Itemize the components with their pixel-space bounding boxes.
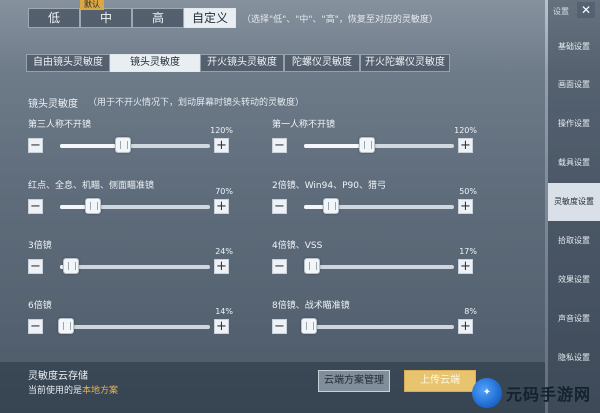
preset-low-button[interactable]: 低	[28, 8, 80, 28]
preset-custom-button[interactable]: 自定义	[184, 8, 236, 28]
slider-label: 6倍镜	[28, 301, 52, 311]
slider-value: 8%	[464, 307, 477, 316]
preset-selector: 低 中 高 自定义	[28, 8, 236, 28]
cloud-plan-manage-button[interactable]: 云端方案管理	[318, 370, 390, 392]
increase-button[interactable]: +	[214, 319, 229, 334]
slider-track[interactable]	[60, 325, 210, 329]
increase-button[interactable]: +	[458, 259, 473, 274]
watermark-logo-icon: ✦	[472, 377, 502, 408]
slider-thumb[interactable]	[85, 198, 101, 214]
decrease-button[interactable]: −	[272, 199, 287, 214]
upload-cloud-button[interactable]: 上传云端	[404, 370, 476, 392]
slider-label: 2倍镜、Win94、P90、猎弓	[272, 181, 386, 191]
slider-fill	[60, 144, 123, 148]
side-item-graphics[interactable]: 画面设置	[548, 66, 600, 104]
preset-medium-button[interactable]: 中	[80, 8, 132, 28]
slider-value: 14%	[215, 307, 233, 316]
slider-label: 第一人称不开镜	[272, 120, 336, 130]
current-plan-name: 本地方案	[82, 386, 119, 396]
decrease-button[interactable]: −	[28, 138, 43, 153]
slider-fill	[304, 144, 367, 148]
side-item-basic[interactable]: 基础设置	[548, 28, 600, 66]
slider-track[interactable]	[60, 265, 210, 269]
side-item-controls[interactable]: 操作设置	[548, 105, 600, 143]
section-hint: （用于不开火情况下，划动屏幕时镜头转动的灵敏度）	[88, 98, 305, 108]
watermark: ✦ 元码手游网	[472, 372, 600, 413]
section-title: 镜头灵敏度	[28, 99, 78, 110]
slider-label: 3倍镜	[28, 241, 52, 251]
decrease-button[interactable]: −	[272, 259, 287, 274]
slider-value: 120%	[210, 126, 233, 135]
increase-button[interactable]: +	[458, 319, 473, 334]
side-item-vehicle[interactable]: 载具设置	[548, 144, 600, 182]
tab-fire-camera[interactable]: 开火镜头灵敏度	[200, 54, 284, 72]
slider-label: 第三人称不开镜	[28, 120, 92, 130]
tab-gyroscope[interactable]: 陀螺仪灵敏度	[284, 54, 360, 72]
close-icon[interactable]: ✕	[577, 2, 595, 18]
slider-value: 17%	[459, 247, 477, 256]
preset-hint: （选择"低"、"中"、"高"，恢复至对应的灵敏度）	[242, 15, 438, 25]
slider-label: 4倍镜、VSS	[272, 241, 323, 251]
settings-title: 设置	[553, 7, 569, 16]
decrease-button[interactable]: −	[272, 319, 287, 334]
decrease-button[interactable]: −	[28, 259, 43, 274]
decrease-button[interactable]: −	[272, 138, 287, 153]
slider-value: 50%	[459, 187, 477, 196]
slider-thumb[interactable]	[303, 258, 320, 274]
tab-fire-gyroscope[interactable]: 开火陀螺仪灵敏度	[360, 54, 450, 72]
tab-camera[interactable]: 镜头灵敏度	[110, 54, 200, 72]
increase-button[interactable]: +	[458, 199, 473, 214]
slider-label: 8倍镜、战术瞄准镜	[272, 301, 350, 311]
slider-track[interactable]	[304, 265, 454, 269]
slider-thumb[interactable]	[58, 318, 74, 334]
increase-button[interactable]: +	[214, 259, 229, 274]
slider-track[interactable]	[304, 325, 454, 329]
watermark-text: 元码手游网	[506, 384, 592, 404]
slider-thumb[interactable]	[359, 137, 375, 153]
slider-thumb[interactable]	[300, 318, 317, 334]
slider-value: 24%	[215, 247, 233, 256]
tab-free-look[interactable]: 自由镜头灵敏度	[26, 54, 110, 72]
increase-button[interactable]: +	[458, 138, 473, 153]
side-menu: 设置 ✕ 基础设置 画面设置 操作设置 载具设置 灵敏度设置 拾取设置 效果设置…	[548, 0, 600, 413]
side-item-sound[interactable]: 声音设置	[548, 300, 600, 338]
slider-value: 70%	[215, 187, 233, 196]
slider-thumb[interactable]	[115, 137, 131, 153]
current-plan-prefix: 当前使用的是	[28, 386, 83, 396]
slider-label: 红点、全息、机瞄、侧面瞄准镜	[28, 181, 155, 191]
slider-thumb[interactable]	[62, 258, 79, 274]
side-item-effects[interactable]: 效果设置	[548, 261, 600, 299]
slider-value: 120%	[454, 126, 477, 135]
side-item-sensitivity[interactable]: 灵敏度设置	[548, 183, 600, 221]
current-plan-text: 当前使用的是本地方案	[28, 383, 118, 396]
sensitivity-tabs: 自由镜头灵敏度 镜头灵敏度 开火镜头灵敏度 陀螺仪灵敏度 开火陀螺仪灵敏度	[26, 54, 450, 72]
default-badge: 默认	[80, 0, 104, 10]
increase-button[interactable]: +	[214, 138, 229, 153]
slider-thumb[interactable]	[323, 198, 339, 214]
preset-high-button[interactable]: 高	[132, 8, 184, 28]
side-item-pickup[interactable]: 拾取设置	[548, 222, 600, 260]
decrease-button[interactable]: −	[28, 319, 43, 334]
decrease-button[interactable]: −	[28, 199, 43, 214]
cloud-storage-title: 灵敏度云存储	[28, 371, 88, 382]
increase-button[interactable]: +	[214, 199, 229, 214]
